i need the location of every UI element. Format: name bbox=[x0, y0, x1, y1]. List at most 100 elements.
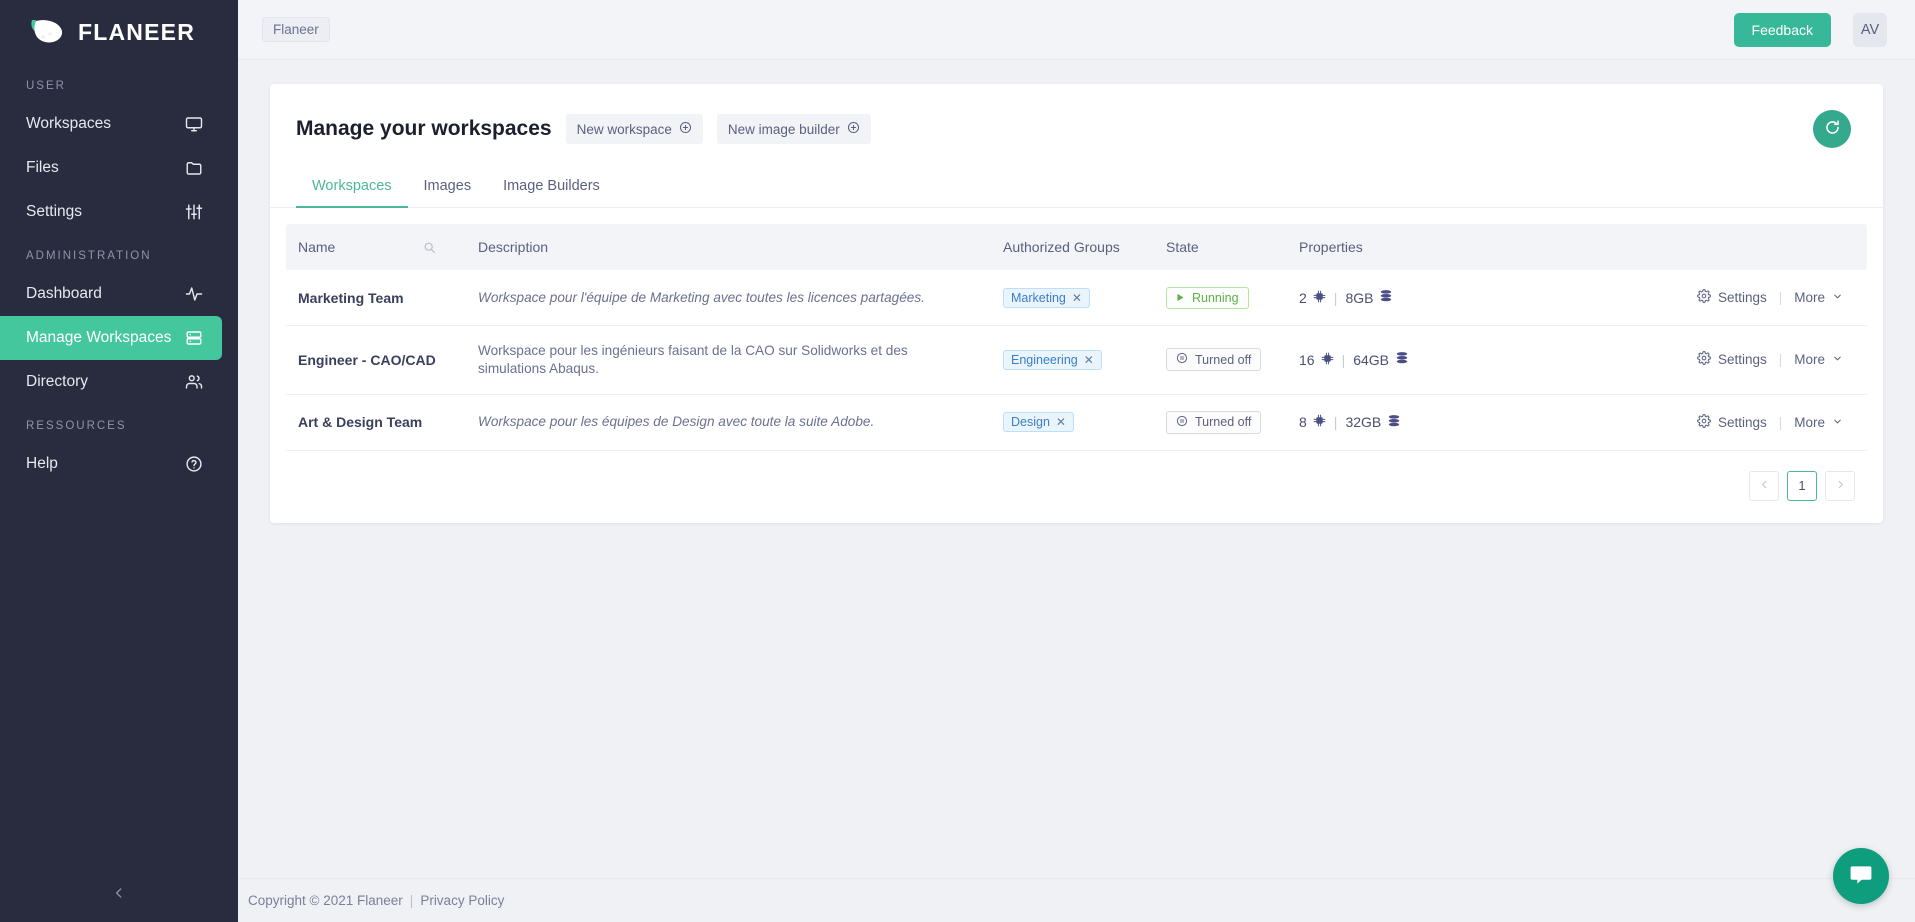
sidebar-item-workspaces[interactable]: Workspaces bbox=[0, 102, 222, 146]
content: Manage your workspaces New workspace New… bbox=[238, 60, 1915, 878]
footer-separator: | bbox=[410, 893, 414, 908]
sidebar: FLANEER USER Workspaces Files Settings bbox=[0, 0, 238, 922]
footer: Copyright © 2021 Flaneer | Privacy Polic… bbox=[238, 878, 1915, 922]
ram-size: 32GB bbox=[1345, 414, 1381, 430]
table-header: Name Description Au bbox=[286, 224, 1867, 270]
column-name-label: Name bbox=[298, 239, 335, 255]
settings-button[interactable]: Settings bbox=[1685, 286, 1779, 309]
settings-label: Settings bbox=[1718, 415, 1767, 430]
sidebar-collapse-button[interactable] bbox=[0, 878, 238, 912]
workspace-name: Marketing Team bbox=[286, 270, 466, 326]
more-button[interactable]: More bbox=[1782, 349, 1855, 370]
more-button[interactable]: More bbox=[1782, 287, 1855, 308]
page-title: Manage your workspaces bbox=[296, 117, 552, 141]
tab-workspaces[interactable]: Workspaces bbox=[296, 168, 408, 207]
cpu-count: 8 bbox=[1299, 414, 1307, 430]
pagination: 1 bbox=[270, 451, 1883, 523]
settings-button[interactable]: Settings bbox=[1685, 411, 1779, 434]
column-name: Name bbox=[286, 224, 466, 270]
sidebar-item-label: Files bbox=[26, 159, 59, 177]
props-divider: | bbox=[1334, 414, 1338, 430]
props-divider: | bbox=[1334, 290, 1338, 306]
pagination-page-1[interactable]: 1 bbox=[1787, 471, 1817, 501]
flaneer-leaf-logo-icon bbox=[26, 17, 68, 47]
chevron-left-icon bbox=[112, 886, 126, 904]
workspace-actions: Settings | More bbox=[1532, 394, 1867, 450]
new-image-builder-button[interactable]: New image builder bbox=[717, 114, 871, 144]
feedback-button[interactable]: Feedback bbox=[1734, 13, 1831, 47]
settings-button[interactable]: Settings bbox=[1685, 348, 1779, 371]
cpu-icon bbox=[1313, 290, 1326, 306]
cpu-count: 16 bbox=[1299, 352, 1315, 368]
server-icon bbox=[184, 328, 204, 348]
sidebar-item-files[interactable]: Files bbox=[0, 146, 222, 190]
more-label: More bbox=[1794, 352, 1825, 367]
new-image-builder-label: New image builder bbox=[728, 122, 840, 137]
close-x-icon[interactable]: ✕ bbox=[1072, 291, 1082, 305]
status-badge: Turned off bbox=[1166, 348, 1261, 371]
more-button[interactable]: More bbox=[1782, 412, 1855, 433]
tabs: Workspaces Images Image Builders bbox=[270, 168, 1883, 208]
tab-images[interactable]: Images bbox=[408, 168, 488, 207]
close-x-icon[interactable]: ✕ bbox=[1084, 353, 1094, 367]
table-row[interactable]: Marketing Team Workspace pour l'équipe d… bbox=[286, 270, 1867, 326]
sidebar-item-dashboard[interactable]: Dashboard bbox=[0, 272, 222, 316]
sidebar-item-settings[interactable]: Settings bbox=[0, 190, 222, 234]
chat-button[interactable] bbox=[1833, 848, 1889, 904]
breadcrumb[interactable]: Flaneer bbox=[262, 17, 330, 42]
group-tag-label: Engineering bbox=[1011, 353, 1078, 367]
pagination-prev-button[interactable] bbox=[1749, 471, 1779, 501]
sidebar-section-ressources: RESSOURCES bbox=[0, 404, 238, 442]
pagination-next-button[interactable] bbox=[1825, 471, 1855, 501]
gear-icon bbox=[1697, 351, 1711, 368]
refresh-icon bbox=[1823, 118, 1842, 140]
memory-icon bbox=[1387, 414, 1401, 431]
sidebar-item-help[interactable]: Help bbox=[0, 442, 222, 486]
folder-icon bbox=[184, 158, 204, 178]
ram-size: 8GB bbox=[1345, 290, 1373, 306]
sidebar-section-administration: ADMINISTRATION bbox=[0, 234, 238, 272]
privacy-policy-link[interactable]: Privacy Policy bbox=[420, 893, 504, 908]
props-divider: | bbox=[1342, 352, 1346, 368]
sidebar-item-label: Workspaces bbox=[26, 115, 111, 133]
workspace-properties: 2 | 8GB bbox=[1287, 270, 1532, 326]
table-body: Marketing Team Workspace pour l'équipe d… bbox=[286, 270, 1867, 450]
avatar[interactable]: AV bbox=[1853, 13, 1887, 47]
group-tag[interactable]: Marketing ✕ bbox=[1003, 288, 1090, 308]
refresh-button[interactable] bbox=[1813, 110, 1851, 148]
chevron-down-icon bbox=[1832, 290, 1843, 305]
activity-icon bbox=[184, 284, 204, 304]
table-row[interactable]: Art & Design Team Workspace pour les équ… bbox=[286, 394, 1867, 450]
sidebar-item-label: Manage Workspaces bbox=[26, 329, 171, 347]
tab-image-builders[interactable]: Image Builders bbox=[487, 168, 616, 207]
sidebar-item-directory[interactable]: Directory bbox=[0, 360, 222, 404]
workspace-properties: 16 | 64GB bbox=[1287, 326, 1532, 395]
sliders-icon bbox=[184, 202, 204, 222]
workspaces-card: Manage your workspaces New workspace New… bbox=[270, 84, 1883, 523]
memory-icon bbox=[1379, 289, 1393, 306]
workspace-actions: Settings | More bbox=[1532, 270, 1867, 326]
workspace-state: Turned off bbox=[1154, 394, 1287, 450]
sidebar-item-manage-workspaces[interactable]: Manage Workspaces bbox=[0, 316, 222, 360]
workspace-groups: Marketing ✕ bbox=[991, 270, 1154, 326]
close-x-icon[interactable]: ✕ bbox=[1056, 415, 1066, 429]
cpu-icon bbox=[1321, 352, 1334, 368]
workspace-groups: Engineering ✕ bbox=[991, 326, 1154, 395]
cpu-icon bbox=[1313, 414, 1326, 430]
search-icon[interactable] bbox=[423, 241, 436, 254]
group-tag[interactable]: Design ✕ bbox=[1003, 412, 1074, 432]
play-icon bbox=[1176, 291, 1185, 305]
status-badge-label: Turned off bbox=[1195, 415, 1251, 429]
table-row[interactable]: Engineer - CAO/CAD Workspace pour les in… bbox=[286, 326, 1867, 395]
group-tag[interactable]: Engineering ✕ bbox=[1003, 350, 1102, 370]
status-badge-label: Running bbox=[1192, 291, 1239, 305]
chevron-left-icon bbox=[1759, 478, 1770, 493]
workspace-properties: 8 | 32GB bbox=[1287, 394, 1532, 450]
ram-size: 64GB bbox=[1353, 352, 1389, 368]
workspaces-table: Name Description Au bbox=[286, 224, 1867, 451]
chevron-down-icon bbox=[1832, 352, 1843, 367]
column-authorized-groups: Authorized Groups bbox=[991, 224, 1154, 270]
chat-bubble-icon bbox=[1848, 862, 1874, 891]
new-workspace-button[interactable]: New workspace bbox=[566, 114, 703, 144]
new-workspace-label: New workspace bbox=[577, 122, 672, 137]
